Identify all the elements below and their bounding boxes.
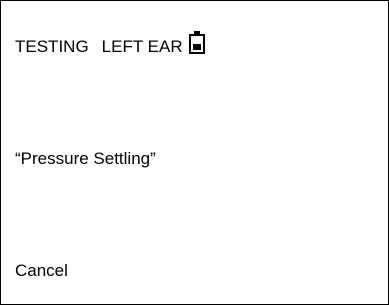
- cancel-button[interactable]: Cancel: [15, 260, 68, 282]
- status-message: “Pressure Settling”: [15, 149, 156, 168]
- battery-level-fill: [192, 44, 201, 50]
- device-screen: TESTING LEFT EAR “Pressure Settling” Can…: [0, 0, 389, 305]
- battery-body: [188, 34, 205, 54]
- test-mode-label: TESTING: [15, 37, 89, 56]
- ear-label: LEFT EAR: [101, 37, 183, 56]
- battery-icon: [188, 31, 205, 54]
- status-header: TESTING LEFT EAR: [15, 31, 205, 57]
